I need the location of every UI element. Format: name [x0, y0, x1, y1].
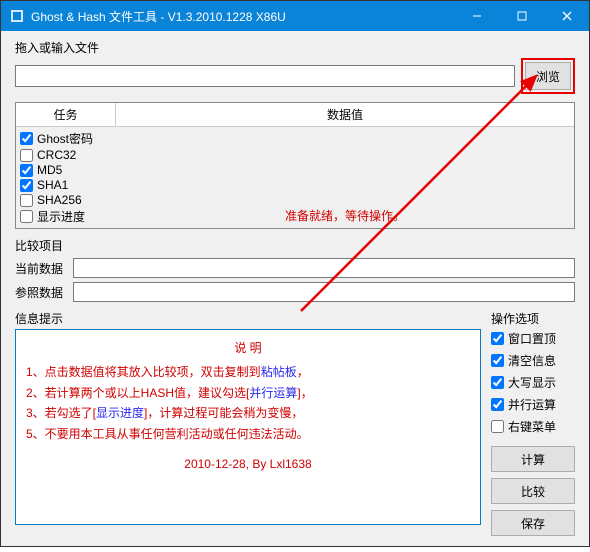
minimize-button[interactable]	[454, 1, 499, 31]
checkbox[interactable]	[491, 376, 504, 389]
titlebar: Ghost & Hash 文件工具 - V1.3.2010.1228 X86U	[1, 1, 589, 31]
task-checkbox-sha256[interactable]: SHA256	[20, 193, 111, 207]
reference-data-label: 参照数据	[15, 284, 67, 301]
info-box: 说 明 1、点击数据值将其放入比较项，双击复制到粘帖板， 2、若计算两个或以上H…	[15, 329, 481, 525]
info-line: 5、不要用本工具从事任何营利活动或任何违法活动。	[26, 424, 470, 444]
maximize-button[interactable]	[499, 1, 544, 31]
info-line: 3、若勾选了[显示进度]，计算过程可能会稍为变慢，	[26, 403, 470, 423]
option-checkbox[interactable]: 清空信息	[491, 352, 575, 369]
option-checkbox[interactable]: 窗口置顶	[491, 330, 575, 347]
file-input-label: 拖入或输入文件	[15, 39, 575, 56]
info-heading: 说 明	[26, 338, 470, 358]
option-label: 右键菜单	[508, 418, 556, 435]
checkbox[interactable]	[491, 332, 504, 345]
task-checkbox-ghost密码[interactable]: Ghost密码	[20, 130, 111, 147]
checkbox[interactable]	[20, 179, 33, 192]
info-line: 1、点击数据值将其放入比较项，双击复制到粘帖板，	[26, 362, 470, 382]
close-button[interactable]	[544, 1, 589, 31]
window-title: Ghost & Hash 文件工具 - V1.3.2010.1228 X86U	[31, 8, 454, 25]
task-label: CRC32	[37, 148, 76, 162]
status-text: 准备就绪，等待操作。	[116, 127, 574, 228]
task-label: MD5	[37, 163, 62, 177]
browse-highlight: 浏览	[521, 58, 575, 94]
task-panel: 任务 数据值 Ghost密码CRC32MD5SHA1SHA256显示进度 准备就…	[15, 102, 575, 229]
checkbox[interactable]	[20, 210, 33, 223]
checkbox[interactable]	[20, 132, 33, 145]
current-data-input[interactable]	[73, 258, 575, 278]
info-section-label: 信息提示	[15, 310, 481, 327]
option-label: 并行运算	[508, 396, 556, 413]
option-checkbox[interactable]: 大写显示	[491, 374, 575, 391]
task-label: Ghost密码	[37, 130, 93, 147]
option-label: 窗口置顶	[508, 330, 556, 347]
task-checkbox-sha1[interactable]: SHA1	[20, 178, 111, 192]
task-checkbox-显示进度[interactable]: 显示进度	[20, 208, 111, 225]
checkbox[interactable]	[491, 420, 504, 433]
option-label: 大写显示	[508, 374, 556, 391]
calc-button[interactable]: 计算	[491, 446, 575, 472]
compare-section-label: 比较项目	[15, 237, 575, 254]
task-label: SHA1	[37, 178, 68, 192]
task-header-task: 任务	[16, 103, 116, 126]
task-label: SHA256	[37, 193, 82, 207]
browse-button[interactable]: 浏览	[525, 62, 571, 90]
options-section-label: 操作选项	[491, 310, 575, 327]
task-label: 显示进度	[37, 208, 85, 225]
save-button[interactable]: 保存	[491, 510, 575, 536]
task-checkbox-crc32[interactable]: CRC32	[20, 148, 111, 162]
reference-data-input[interactable]	[73, 282, 575, 302]
checkbox[interactable]	[20, 194, 33, 207]
compare-button[interactable]: 比较	[491, 478, 575, 504]
checkbox[interactable]	[491, 354, 504, 367]
checkbox[interactable]	[491, 398, 504, 411]
checkbox[interactable]	[20, 164, 33, 177]
app-icon	[9, 8, 25, 24]
checkbox[interactable]	[20, 149, 33, 162]
option-checkbox[interactable]: 并行运算	[491, 396, 575, 413]
current-data-label: 当前数据	[15, 260, 67, 277]
option-label: 清空信息	[508, 352, 556, 369]
task-header-value: 数据值	[116, 103, 574, 126]
info-line: 2、若计算两个或以上HASH值，建议勾选[并行运算]，	[26, 383, 470, 403]
file-path-input[interactable]	[15, 65, 515, 87]
info-footer: 2010-12-28, By Lxl1638	[26, 454, 470, 474]
task-checkbox-md5[interactable]: MD5	[20, 163, 111, 177]
option-checkbox[interactable]: 右键菜单	[491, 418, 575, 435]
